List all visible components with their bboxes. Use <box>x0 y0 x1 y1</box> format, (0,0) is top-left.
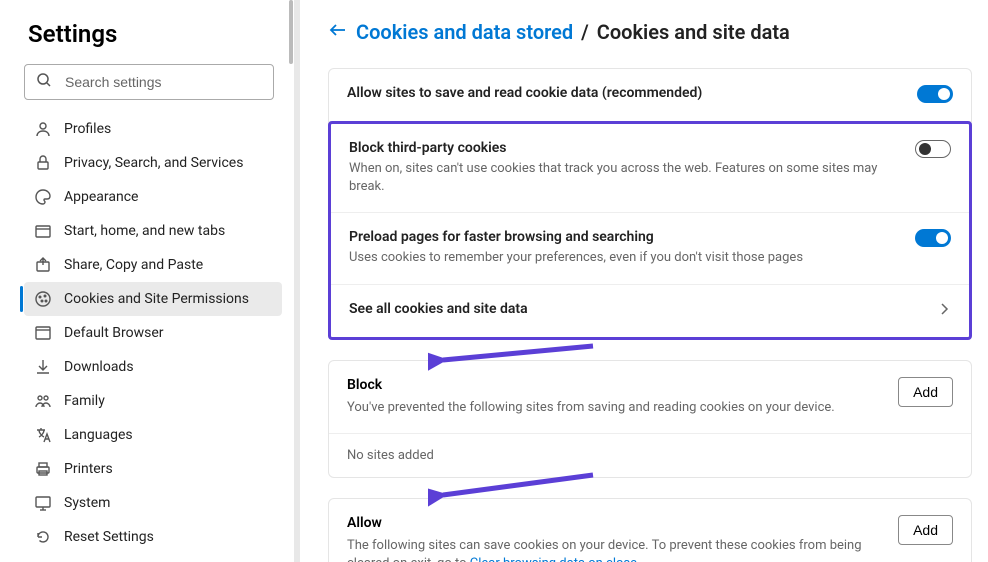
sidebar-item-privacy-search-and-services[interactable]: Privacy, Search, and Services <box>24 146 282 180</box>
chevron-right-icon <box>937 301 951 320</box>
see-all-cookies-row[interactable]: See all cookies and site data <box>331 285 969 337</box>
preload-title: Preload pages for faster browsing and se… <box>349 229 895 245</box>
allow-section: Allow The following sites can save cooki… <box>328 498 972 562</box>
block-third-party-toggle[interactable] <box>915 140 951 158</box>
reset-icon <box>34 528 52 546</box>
sidebar-item-label: Reset Settings <box>64 529 154 545</box>
allow-section-title: Allow <box>347 515 898 531</box>
sidebar-item-downloads[interactable]: Downloads <box>24 350 282 384</box>
sidebar-item-cookies-and-site-permissions[interactable]: Cookies and Site Permissions <box>24 282 282 316</box>
language-icon <box>34 426 52 444</box>
clear-browsing-data-link[interactable]: Clear browsing data on close <box>470 556 637 562</box>
sidebar-item-label: Start, home, and new tabs <box>64 223 225 239</box>
sidebar-item-phone-and-other-devices[interactable]: Phone and Other Devices <box>24 554 282 562</box>
breadcrumb-separator: / <box>581 20 589 44</box>
sidebar: Settings Profiles Privacy, Search, and Se… <box>0 0 300 562</box>
see-all-title: See all cookies and site data <box>349 301 917 317</box>
browser-icon <box>34 324 52 342</box>
sidebar-item-label: Printers <box>64 461 113 477</box>
sidebar-item-reset-settings[interactable]: Reset Settings <box>24 520 282 554</box>
preload-desc: Uses cookies to remember your preference… <box>349 249 895 267</box>
allow-cookies-title: Allow sites to save and read cookie data… <box>347 85 897 101</box>
preload-toggle[interactable] <box>915 229 951 247</box>
allow-cookies-toggle[interactable] <box>917 85 953 103</box>
printer-icon <box>34 460 52 478</box>
block-add-button[interactable]: Add <box>898 377 953 407</box>
search-input[interactable] <box>24 64 274 100</box>
back-arrow-icon[interactable] <box>328 20 348 44</box>
sidebar-item-label: Cookies and Site Permissions <box>64 291 249 307</box>
appearance-icon <box>34 188 52 206</box>
block-third-party-desc: When on, sites can't use cookies that tr… <box>349 160 895 196</box>
sidebar-item-default-browser[interactable]: Default Browser <box>24 316 282 350</box>
cookie-icon <box>34 290 52 308</box>
sidebar-item-start-home-and-new-tabs[interactable]: Start, home, and new tabs <box>24 214 282 248</box>
sidebar-item-system[interactable]: System <box>24 486 282 520</box>
annotation-highlight-box: Block third-party cookies When on, sites… <box>328 121 972 340</box>
allow-section-desc: The following sites can save cookies on … <box>347 537 898 562</box>
sidebar-item-label: Downloads <box>64 359 134 375</box>
breadcrumb-current: Cookies and site data <box>597 20 790 44</box>
settings-title: Settings <box>24 20 282 48</box>
breadcrumb: Cookies and data stored / Cookies and si… <box>328 20 972 44</box>
block-empty-message: No sites added <box>329 434 971 477</box>
sidebar-item-printers[interactable]: Printers <box>24 452 282 486</box>
block-section-title: Block <box>347 377 835 393</box>
sidebar-item-label: Privacy, Search, and Services <box>64 155 243 171</box>
lock-icon <box>34 154 52 172</box>
breadcrumb-parent-link[interactable]: Cookies and data stored <box>356 20 573 44</box>
sidebar-item-profiles[interactable]: Profiles <box>24 112 282 146</box>
block-third-party-title: Block third-party cookies <box>349 140 895 156</box>
sidebar-item-label: System <box>64 495 110 511</box>
family-icon <box>34 392 52 410</box>
tab-icon <box>34 222 52 240</box>
sidebar-item-label: Languages <box>64 427 133 443</box>
block-section: Block You've prevented the following sit… <box>328 360 972 478</box>
cookie-settings-card: Allow sites to save and read cookie data… <box>328 68 972 340</box>
share-icon <box>34 256 52 274</box>
profile-icon <box>34 120 52 138</box>
sidebar-item-family[interactable]: Family <box>24 384 282 418</box>
allow-add-button[interactable]: Add <box>898 515 953 545</box>
sidebar-item-appearance[interactable]: Appearance <box>24 180 282 214</box>
system-icon <box>34 494 52 512</box>
search-icon <box>36 72 52 92</box>
block-section-desc: You've prevented the following sites fro… <box>347 399 835 417</box>
sidebar-item-share-copy-and-paste[interactable]: Share, Copy and Paste <box>24 248 282 282</box>
main-content: Cookies and data stored / Cookies and si… <box>300 0 988 562</box>
scrollbar[interactable] <box>289 0 293 64</box>
sidebar-item-label: Appearance <box>64 189 138 205</box>
sidebar-item-label: Family <box>64 393 105 409</box>
sidebar-item-label: Share, Copy and Paste <box>64 257 203 273</box>
sidebar-item-label: Profiles <box>64 121 111 137</box>
sidebar-item-languages[interactable]: Languages <box>24 418 282 452</box>
sidebar-item-label: Default Browser <box>64 325 164 341</box>
download-icon <box>34 358 52 376</box>
